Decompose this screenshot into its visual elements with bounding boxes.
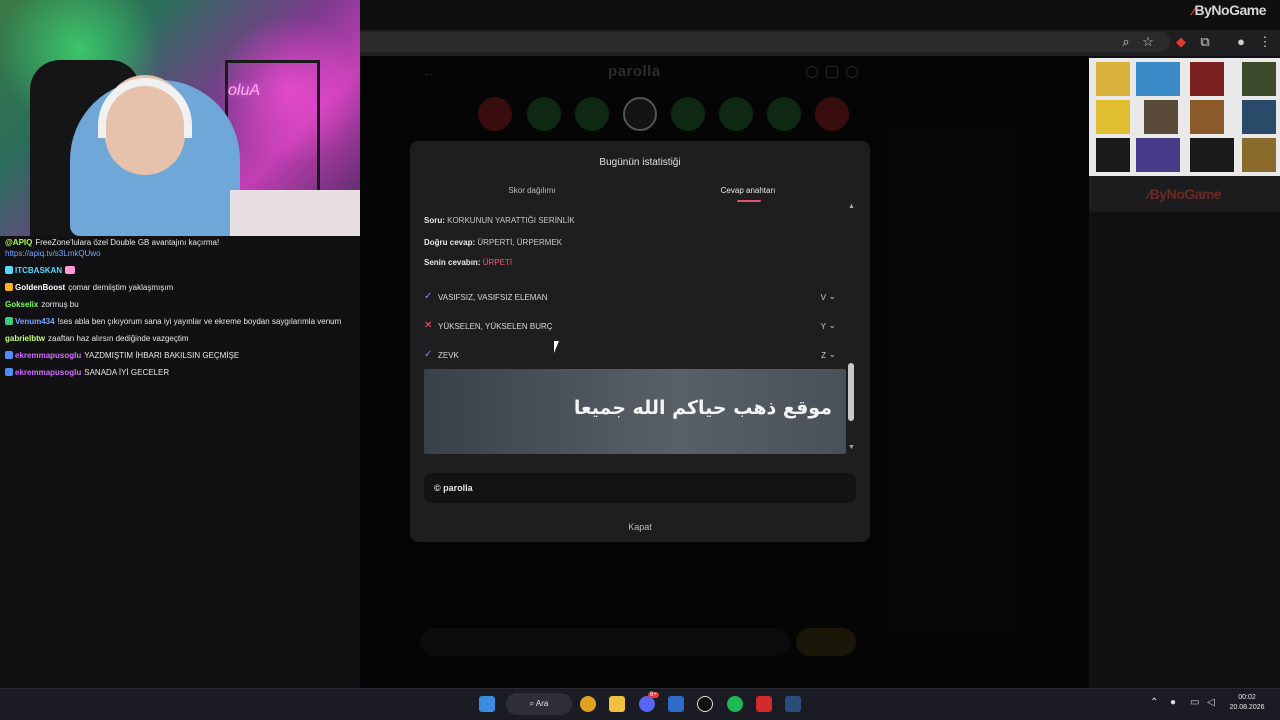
spotify-icon[interactable]: [727, 696, 743, 712]
badge-icon: [5, 317, 13, 325]
taskbar-clock[interactable]: 00:02 20.08.2026: [1222, 693, 1272, 713]
browser-menu-icon[interactable]: ⋮: [1257, 34, 1273, 50]
game-thumbnail[interactable]: [1242, 138, 1276, 172]
tab-answer-key[interactable]: Cevap anahtarı: [704, 186, 792, 195]
scrollbar-thumb[interactable]: [848, 363, 854, 421]
game-thumbnail[interactable]: [1242, 62, 1276, 96]
chat-message: Venum434 !ses abla ben çıkıyorum sana iyi…: [2, 313, 358, 330]
scroll-up-icon[interactable]: ▲: [848, 203, 855, 210]
chevron-down-icon[interactable]: ⌄: [828, 320, 836, 331]
badge-icon: [5, 368, 13, 376]
game-thumbnail[interactable]: [1190, 62, 1224, 96]
browser-tab-strip: [360, 0, 1280, 30]
answer-row[interactable]: ✕ YÜKSELEN, YÜKSELEN BURÇ Y ⌄: [424, 320, 836, 336]
game-thumbnail[interactable]: [1190, 138, 1234, 172]
obs-icon[interactable]: [697, 696, 713, 712]
discord-notification-badge: 9+: [648, 692, 659, 698]
webcam-feed: oluA: [0, 0, 360, 236]
answer-row[interactable]: ✓ ZEVK Z ⌄: [424, 349, 836, 365]
chat-message: gabrielbtw zaaftan haz alırsın dediğinde …: [5, 334, 189, 343]
chat-message: ekremmapusoglu YAZDMIŞTIM İHBARI BAKILSIN…: [2, 347, 358, 364]
active-tab-indicator: [737, 200, 761, 202]
extension-icon[interactable]: ◆: [1173, 34, 1189, 50]
check-icon: ✓: [424, 291, 433, 302]
discord-icon[interactable]: [639, 696, 655, 712]
badge-icon: [5, 351, 13, 359]
close-button[interactable]: Kapat: [410, 522, 870, 532]
answer-row[interactable]: ✓ VASIFSIZ, VASIFSIZ ELEMAN V ⌄: [424, 291, 836, 307]
steam-icon[interactable]: [785, 696, 801, 712]
game-thumbnail[interactable]: [1242, 100, 1276, 134]
app-icon[interactable]: [756, 696, 772, 712]
bookmark-star-icon[interactable]: ☆: [1140, 34, 1156, 50]
bynogame-game-grid: [1089, 58, 1280, 176]
app-icon[interactable]: [668, 696, 684, 712]
file-explorer-icon[interactable]: [609, 696, 625, 712]
modal-title: Bugünün istatistiği: [599, 157, 681, 168]
tab-score-distribution[interactable]: Skor dağılımı: [490, 186, 574, 195]
taskbar-search[interactable]: ⌕ Ara: [506, 693, 572, 715]
chat-link[interactable]: https://apiq.tv/s3LmkQUwo: [5, 248, 355, 259]
address-bar[interactable]: [360, 32, 1170, 52]
game-thumbnail[interactable]: [1096, 100, 1130, 134]
chrome-icon[interactable]: [580, 696, 596, 712]
game-thumbnail[interactable]: [1096, 138, 1130, 172]
game-thumbnail[interactable]: [1144, 100, 1178, 134]
correct-answer-line: Doğru cevap: ÜRPERTİ, ÜRPERMEK: [424, 238, 563, 247]
ad-banner[interactable]: موقع ذهب حياكم الله جميعا: [424, 369, 846, 454]
game-thumbnail[interactable]: [1190, 100, 1224, 134]
your-answer-line: Senin cevabın: ÜRPETİ: [424, 258, 513, 267]
profile-avatar[interactable]: ●: [1233, 34, 1249, 50]
ad-text: موقع ذهب حياكم الله جميعا: [573, 397, 832, 419]
bynogame-logo: ⁄ByNoGame: [1089, 176, 1280, 212]
chevron-down-icon[interactable]: ⌄: [828, 349, 836, 360]
stats-modal: Bugünün istatistiği Skor dağılımı Cevap …: [410, 141, 870, 542]
chevron-down-icon[interactable]: ⌄: [828, 291, 836, 302]
mouse-cursor: [554, 341, 564, 353]
question-line: Soru: KORKUNUN YARATTIĞI SERİNLİK: [424, 216, 575, 225]
badge-icon: [5, 266, 13, 274]
tray-chevron-icon[interactable]: ⌃: [1150, 697, 1158, 708]
game-thumbnail[interactable]: [1136, 138, 1180, 172]
chat-message: ITCBASKAN: [2, 262, 358, 279]
volume-icon[interactable]: ◁: [1207, 697, 1215, 708]
emote-icon: [65, 266, 76, 274]
chat-message: GoldenBoost çomar demiiştim yaklaşmışım: [2, 279, 358, 296]
chat-message: Gokselix zormuş bu: [5, 300, 79, 309]
extensions-puzzle-icon[interactable]: ⧉: [1197, 34, 1213, 50]
cross-icon: ✕: [424, 320, 433, 331]
zoom-icon[interactable]: ⌕: [1118, 34, 1134, 50]
stream-chat: @APIQ FreeZone'lulara özel Double GB avan…: [2, 234, 358, 381]
chat-message: @APIQ FreeZone'lulara özel Double GB avan…: [2, 234, 358, 262]
neon-sign: oluA: [228, 82, 261, 99]
network-icon[interactable]: ▭: [1190, 697, 1199, 708]
scroll-down-icon[interactable]: ▼: [848, 444, 855, 451]
game-thumbnail[interactable]: [1096, 62, 1130, 96]
windows-start-icon[interactable]: [479, 696, 495, 712]
game-thumbnail[interactable]: [1136, 62, 1180, 96]
bynogame-overlay-logo: ⁄ByNoGame: [1192, 2, 1267, 18]
check-icon: ✓: [424, 349, 433, 360]
copyright-box: © parolla: [424, 473, 856, 503]
chat-message: ekremmapusoglu SANADA İYİ GECELER: [2, 364, 358, 381]
microphone-icon[interactable]: ●: [1170, 697, 1176, 708]
badge-icon: [5, 283, 13, 291]
